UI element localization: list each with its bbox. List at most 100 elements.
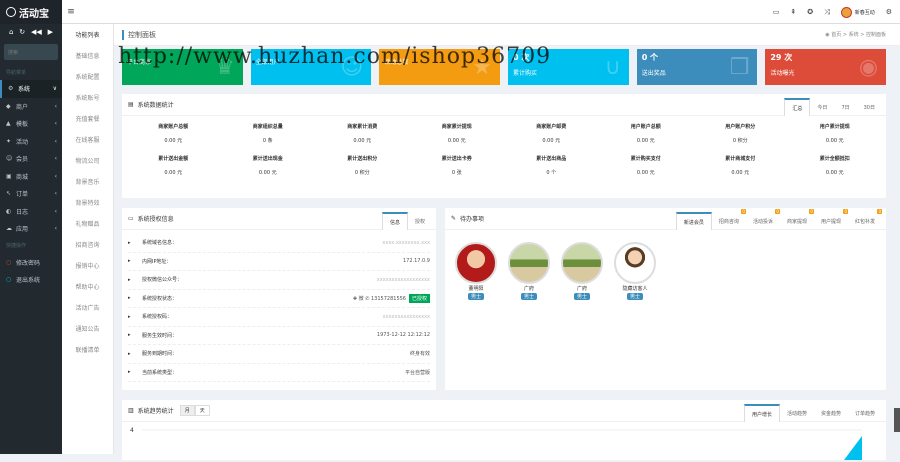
avatar xyxy=(614,242,656,284)
secondary-menu-item[interactable]: 活动广告 xyxy=(62,297,113,318)
tab[interactable]: 授权 xyxy=(408,212,432,230)
tab[interactable]: 用户提现 0 xyxy=(814,209,848,230)
license-row[interactable]: ▸ 授权微信公众号： xxxxxxxxxxxxxxxxxx xyxy=(128,271,430,290)
tab-label: 用户提现 xyxy=(820,218,841,225)
monitor-icon[interactable]: ▭ xyxy=(773,8,780,16)
sidebar-item-change-password[interactable]: ○ 修改密码 xyxy=(0,254,62,272)
secondary-menu-item[interactable]: 通知公告 xyxy=(62,318,113,339)
license-row[interactable]: ▸ 内网IP地址： 172.17.0.9 xyxy=(128,253,430,271)
username[interactable]: 新春互动 xyxy=(855,9,875,16)
home-icon[interactable]: ⌂ xyxy=(9,28,13,36)
page-title: 控制面板 xyxy=(122,29,156,40)
scrollbar[interactable] xyxy=(894,408,900,432)
secondary-menu-item[interactable]: 充值套餐 xyxy=(62,108,113,129)
sidebar-search[interactable]: 搜索 xyxy=(4,44,58,60)
license-key: 服务到期时间： xyxy=(142,351,178,358)
stat-value: 0 积分 xyxy=(354,169,370,176)
license-row[interactable]: ▸ 系统授权码： xxxxxxxxxxxxxxxx xyxy=(128,308,430,327)
sidebar-item-2[interactable]: ▲ 模板 ‹ xyxy=(0,115,62,133)
settings-icon[interactable]: ✪ xyxy=(807,8,813,16)
secondary-menu-item[interactable]: 物流公司 xyxy=(62,150,113,171)
secondary-menu-item[interactable]: 背景音乐 xyxy=(62,171,113,192)
sidebar-item-1[interactable]: ◆ 商户 ‹ xyxy=(0,98,62,116)
tab[interactable]: 用户增长 xyxy=(743,404,780,422)
tab[interactable]: 30日 xyxy=(857,98,882,116)
menu-toggle-icon[interactable]: ≡ xyxy=(62,7,80,17)
forward-icon[interactable]: ▶ xyxy=(48,28,53,36)
tab[interactable]: 订单趋势 xyxy=(848,404,882,422)
sidebar-item-4[interactable]: ☺ 会员 ‹ xyxy=(0,150,62,168)
avatar[interactable] xyxy=(840,6,852,18)
license-row[interactable]: ▸ 系统域名信息： xxxx.xxxxxxxx.xxx xyxy=(128,234,430,253)
sidebar-item-3[interactable]: ✦ 活动 ‹ xyxy=(0,133,62,151)
secondary-menu-item[interactable]: 帮助中心 xyxy=(62,276,113,297)
secondary-menu-item[interactable]: 在线客服 xyxy=(62,129,113,150)
license-key: 当前系统类型： xyxy=(142,369,178,376)
tab[interactable]: 汇总 xyxy=(784,98,811,116)
stat-header: 累计商城支付 xyxy=(725,155,756,162)
member-name: 广府 xyxy=(576,286,587,292)
tab[interactable]: 资金趋势 xyxy=(814,404,848,422)
secondary-menu-item[interactable]: 功能列表 xyxy=(62,24,113,45)
range-tab[interactable]: 月 xyxy=(179,405,195,416)
upload-icon[interactable]: ⇞ xyxy=(790,8,796,16)
secondary-menu-item[interactable]: 招商咨询 xyxy=(62,234,113,255)
secondary-menu-item[interactable]: 基础信息 xyxy=(62,45,113,66)
secondary-menu-item[interactable]: 系统配置 xyxy=(62,66,113,87)
shuffle-icon[interactable]: ⤨ xyxy=(824,8,830,17)
member-card[interactable]: 广府 男士 xyxy=(561,242,603,300)
sidebar-section-quick: 快捷操作 xyxy=(6,243,27,249)
license-row[interactable]: ▸ 当前系统类型： 平台自营版 xyxy=(128,364,430,382)
stat-card[interactable]: 0 个送出奖品 ❒ xyxy=(636,49,758,85)
stat-header: 累计送出商品 xyxy=(536,155,567,162)
license-row[interactable]: ▸ 系统授权状态： ✚ 微 ✆ 13157281556 已授权 xyxy=(128,290,430,308)
stat-header: 商家组织总量 xyxy=(252,123,283,130)
tab[interactable]: 红包补发 0 xyxy=(848,209,882,230)
secondary-menu-item[interactable]: 礼物赠品 xyxy=(62,213,113,234)
tab[interactable]: 活动趋势 xyxy=(780,404,814,422)
license-row[interactable]: ▸ 服务到期时间： 终身有效 xyxy=(128,345,430,364)
sidebar-item-0[interactable]: ⚙ 系统 ∨ xyxy=(0,80,62,98)
breadcrumb[interactable]: ◉ 首页 > 系统 > 控制面板 xyxy=(825,31,886,38)
sidebar-item-5[interactable]: ▣ 商城 ‹ xyxy=(0,168,62,186)
sidebar-item-8[interactable]: ☁ 应用 ‹ xyxy=(0,220,62,238)
secondary-menu: 功能列表 基础信息 系统配置 系统账号 充值套餐 在线客服 物流公司 背景音乐 背景特效 礼物赠品… xyxy=(62,24,114,454)
sidebar-item-6[interactable]: ↖ 订单 ‹ xyxy=(0,185,62,203)
stat-icon: ∪ xyxy=(604,55,621,80)
back-icon[interactable]: ◀◀ xyxy=(31,28,42,36)
tab-label: 汇总 xyxy=(792,105,803,112)
tab[interactable]: 信息 xyxy=(381,212,408,230)
member-card[interactable]: 广府 男士 xyxy=(508,242,550,300)
license-card: ▭ 系统授权信息 信息 授权 ▸ 系统域名信息： xxxx.xxxxxxxx.xxx ▸ 内… xyxy=(122,208,436,390)
secondary-menu-item[interactable]: 联播清单 xyxy=(62,339,113,360)
secondary-menu-item[interactable]: 报销中心 xyxy=(62,255,113,276)
sidebar-item-7[interactable]: ◐ 日志 ‹ xyxy=(0,203,62,221)
stat-card[interactable]: 29 次活动曝光 ◉ xyxy=(765,49,887,85)
tab[interactable]: 7日 xyxy=(834,98,856,116)
license-key: 系统域名信息： xyxy=(142,240,178,247)
license-title: 系统授权信息 xyxy=(137,216,174,223)
member-card[interactable]: 董明阳 男士 xyxy=(455,242,497,300)
member-sex-badge: 男士 xyxy=(573,293,590,300)
tab[interactable]: 商家提现 0 xyxy=(780,209,814,230)
trend-chart-svg: 4 xyxy=(130,427,862,460)
license-row[interactable]: ▸ 服务生效时间： 1973-12-12 12:12:12 xyxy=(128,327,430,345)
refresh-icon[interactable]: ↻ xyxy=(19,28,25,36)
stat-value: 0.00 元 xyxy=(825,169,844,176)
tab[interactable]: 招商咨询 0 xyxy=(712,209,746,230)
license-key: 服务生效时间： xyxy=(142,332,178,339)
sidebar-item-logout[interactable]: ○ 退出系统 xyxy=(0,271,62,289)
secondary-menu-item[interactable]: 系统账号 xyxy=(62,87,113,108)
license-key: 系统授权状态： xyxy=(142,295,178,302)
logo[interactable]: 活动宝 xyxy=(0,0,62,24)
member-card[interactable]: 隐藏访客人 男士 xyxy=(614,242,656,300)
sidebar-item-icon: ☺ xyxy=(6,155,13,163)
stat-header: 商家账户邮费 xyxy=(536,123,567,130)
secondary-menu-item[interactable]: 背景特效 xyxy=(62,192,113,213)
tab[interactable]: 活动投诉 0 xyxy=(746,209,780,230)
tab[interactable]: 新进会员 xyxy=(675,212,712,230)
range-tab[interactable]: 天 xyxy=(194,405,210,416)
chevron-icon: ‹ xyxy=(54,155,57,163)
gear-icon[interactable]: ⚙ xyxy=(886,8,892,16)
tab[interactable]: 今日 xyxy=(810,98,834,116)
